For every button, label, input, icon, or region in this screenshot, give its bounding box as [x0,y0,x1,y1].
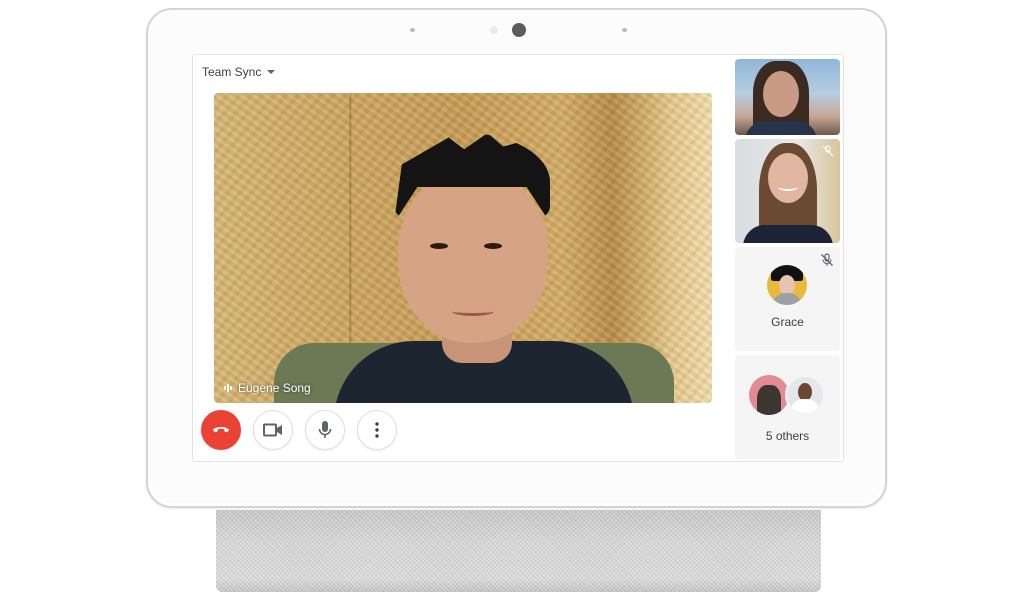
participant-shirt [745,121,817,135]
mic-off-icon [821,253,833,266]
avatar [767,265,807,305]
participant-smile [778,183,798,191]
speaker-mouth [452,307,494,316]
participant-video-tile[interactable] [735,59,840,135]
main-speaker-video[interactable]: Eugene Song [214,93,712,403]
light-sensor [410,28,415,32]
more-options-button[interactable] [357,410,397,450]
caret-down-icon [267,70,276,74]
meeting-title: Team Sync [202,65,262,79]
participant-face [763,71,799,117]
speaker-label: Eugene Song [224,381,311,395]
mic-off-icon [822,145,834,157]
participant-video-tile[interactable] [735,139,840,243]
phone-hangup-icon [212,427,230,433]
meeting-title-dropdown[interactable]: Team Sync [202,65,276,79]
speaker-eye [430,243,448,249]
mic-icon [318,421,332,438]
camera-toggle-button[interactable] [253,410,293,450]
speaker-name: Eugene Song [238,381,311,395]
more-vert-icon [375,422,379,438]
avatar [785,375,825,415]
audio-level-icon [224,384,232,392]
camera-lens-icon [512,23,526,37]
speaker-head [398,173,548,343]
avatar-body [773,293,801,305]
participant-tile-grace[interactable]: Grace [735,247,840,351]
camera-indicator [490,26,498,34]
avatar-face [779,275,795,295]
speaker-base-fabric [216,510,821,592]
participant-name: Grace [771,315,804,329]
microphone-toggle-button[interactable] [305,410,345,450]
other-participants-tile[interactable]: 5 others [735,355,840,459]
videocam-icon [263,423,282,437]
avatar-body [791,399,819,413]
participant-shirt [743,225,833,243]
speaker-eye [484,243,502,249]
meeting-screen: Team Sync Eugene Song Grace 5 others [192,54,844,462]
microphone-hole [622,28,627,32]
others-count-label: 5 others [765,429,810,443]
participant-face [768,153,808,203]
call-controls [201,410,397,450]
end-call-button[interactable] [201,410,241,450]
avatar-figure [757,385,781,415]
avatar [749,375,789,415]
